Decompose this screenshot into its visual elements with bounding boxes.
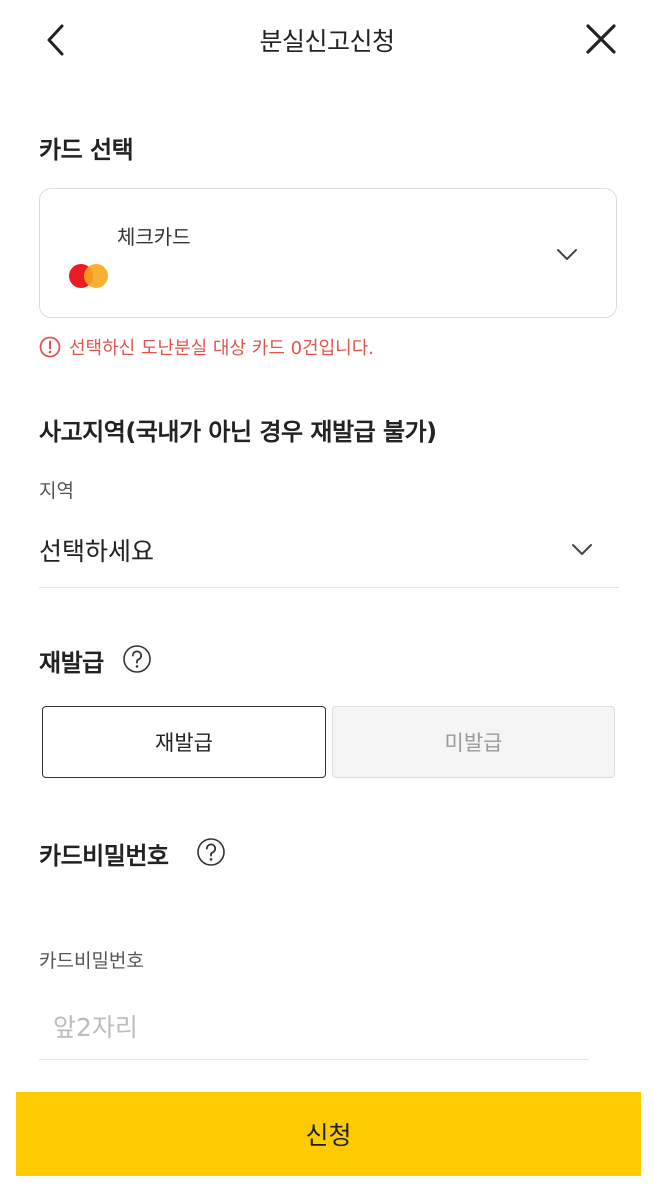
card-warning: 선택하신 도난분실 대상 카드 0건입니다.: [39, 334, 374, 360]
card-password-input[interactable]: [39, 996, 589, 1060]
card-selector[interactable]: 체크카드: [39, 188, 617, 318]
password-field-label: 카드비밀번호: [39, 950, 144, 972]
help-icon[interactable]: [122, 644, 152, 674]
chevron-down-icon: [572, 544, 592, 555]
password-section-heading: 카드비밀번호: [39, 842, 169, 870]
region-section-heading: 사고지역(국내가 아닌 경우 재발급 불가): [39, 418, 437, 446]
region-select[interactable]: 선택하세요: [39, 522, 619, 588]
close-icon: [586, 24, 616, 54]
chevron-down-icon: [557, 249, 577, 260]
card-brand-logo: [69, 264, 108, 288]
card-name: 체크카드: [117, 225, 191, 249]
submit-button[interactable]: 신청: [16, 1092, 641, 1176]
card-section-heading: 카드 선택: [39, 136, 134, 164]
region-field-label: 지역: [39, 480, 74, 502]
page-title: 분실신고신청: [259, 27, 395, 56]
help-icon[interactable]: [196, 837, 226, 867]
reissue-option-button[interactable]: 재발급: [42, 706, 326, 778]
region-selected-value: 선택하세요: [39, 537, 155, 566]
card-warning-text: 선택하신 도난분실 대상 카드 0건입니다.: [69, 338, 375, 359]
alert-icon: [39, 336, 61, 358]
close-button[interactable]: [578, 16, 624, 62]
no-reissue-option-button[interactable]: 미발급: [332, 706, 615, 778]
reissue-section-heading: 재발급: [39, 649, 104, 677]
